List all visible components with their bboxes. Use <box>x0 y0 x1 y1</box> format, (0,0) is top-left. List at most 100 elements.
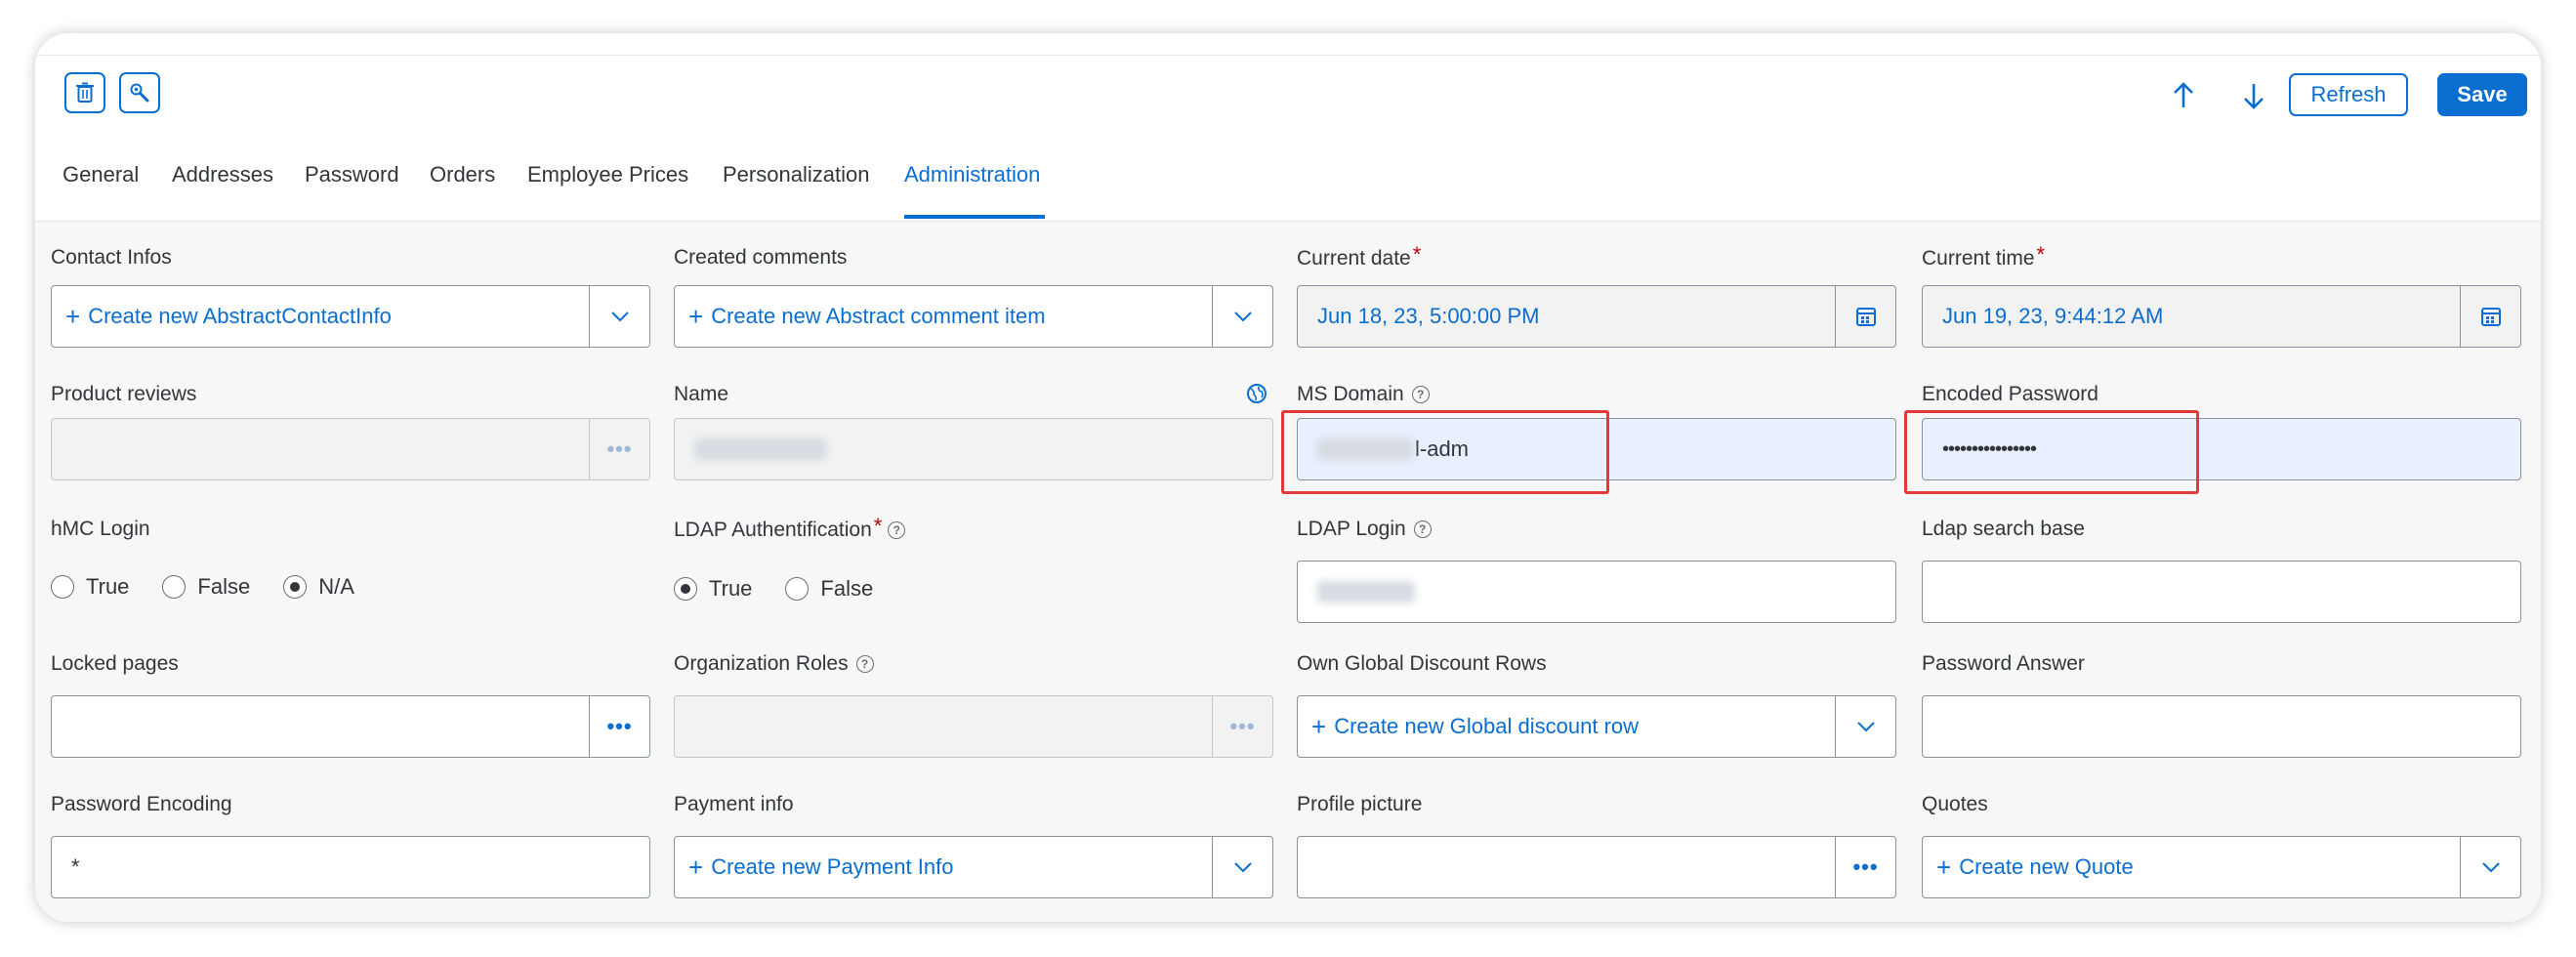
own-global-discount-rows-dropdown-button[interactable] <box>1835 696 1895 757</box>
calendar-icon <box>2480 308 2501 326</box>
organization-roles-field: ••• <box>674 695 1273 758</box>
chevron-down-icon <box>1233 312 1252 322</box>
calendar-icon <box>1855 308 1876 326</box>
more-icon: ••• <box>1852 854 1879 879</box>
contact-infos-field[interactable]: + Create new AbstractContactInfo <box>51 285 650 348</box>
quotes-dropdown-button[interactable] <box>2460 837 2520 897</box>
help-icon[interactable]: ? <box>1413 520 1432 538</box>
plus-icon: + <box>1936 853 1952 882</box>
help-icon[interactable]: ? <box>855 655 874 673</box>
quotes-field[interactable]: + Create new Quote <box>1922 836 2521 898</box>
ldap-search-base-field[interactable] <box>1922 561 2521 623</box>
required-marker: * <box>873 514 883 538</box>
profile-picture-more-button[interactable]: ••• <box>1835 837 1895 897</box>
tab-addresses[interactable]: Addresses <box>172 162 273 187</box>
tab-general[interactable]: General <box>62 162 139 187</box>
edit-button[interactable] <box>119 72 160 113</box>
hmc-login-option-na[interactable]: N/A <box>283 574 354 600</box>
globe-icon[interactable] <box>1246 383 1267 404</box>
chevron-down-icon <box>2481 862 2500 873</box>
radio-button[interactable] <box>51 575 74 599</box>
product-reviews-more-button: ••• <box>589 419 649 479</box>
wrench-icon <box>130 83 149 103</box>
password-encoding-field[interactable]: * <box>51 836 650 898</box>
created-comments-label: Created comments <box>674 246 848 269</box>
required-marker: * <box>2036 242 2046 267</box>
quotes-label: Quotes <box>1922 793 1988 815</box>
time-picker-button[interactable] <box>2460 286 2520 347</box>
ms-domain-label: MS Domain? <box>1297 383 1430 406</box>
plus-icon: + <box>688 302 704 331</box>
redacted-value <box>1317 581 1415 603</box>
arrow-up-icon <box>2174 82 2193 107</box>
product-reviews-label: Product reviews <box>51 383 197 405</box>
highlight-box-encoded-password <box>1904 410 2199 494</box>
name-field <box>674 418 1273 480</box>
hmc-login-option-false[interactable]: False <box>162 574 250 600</box>
locked-pages-more-button[interactable]: ••• <box>589 696 649 757</box>
radio-button[interactable] <box>785 577 810 601</box>
payment-info-dropdown-button[interactable] <box>1212 837 1272 897</box>
created-comments-dropdown-button[interactable] <box>1212 286 1272 347</box>
plus-icon: + <box>688 853 704 882</box>
hmc-login-label: hMC Login <box>51 518 150 540</box>
ldap-login-field[interactable] <box>1297 561 1896 623</box>
ldap-auth-option-true[interactable]: True <box>674 576 752 602</box>
payment-info-field[interactable]: + Create new Payment Info <box>674 836 1273 898</box>
plus-icon: + <box>1311 712 1327 741</box>
payment-info-label: Payment info <box>674 793 794 815</box>
profile-picture-label: Profile picture <box>1297 793 1423 815</box>
tab-orders[interactable]: Orders <box>430 162 495 187</box>
refresh-button[interactable]: Refresh <box>2289 73 2408 116</box>
tab-password[interactable]: Password <box>305 162 399 187</box>
product-reviews-field: ••• <box>51 418 650 480</box>
organization-roles-label: Organization Roles? <box>674 652 874 676</box>
ldap-login-label: LDAP Login? <box>1297 518 1432 541</box>
tab-administration[interactable]: Administration <box>904 162 1040 187</box>
own-global-discount-rows-label: Own Global Discount Rows <box>1297 652 1547 675</box>
redacted-value <box>694 438 827 460</box>
active-tab-indicator <box>904 215 1045 219</box>
radio-button[interactable] <box>162 575 187 599</box>
name-label: Name <box>674 383 729 405</box>
plus-icon: + <box>65 302 81 331</box>
highlight-box-ms-domain <box>1281 410 1609 494</box>
more-icon: ••• <box>606 437 633 461</box>
current-date-field[interactable]: Jun 18, 23, 5:00:00 PM <box>1297 285 1896 348</box>
move-up-button[interactable] <box>2164 76 2203 115</box>
trash-icon <box>76 82 94 103</box>
contact-infos-dropdown-button[interactable] <box>589 286 649 347</box>
ldap-auth-option-false[interactable]: False <box>785 576 873 602</box>
password-answer-field[interactable] <box>1922 695 2521 758</box>
more-icon: ••• <box>1229 714 1256 738</box>
move-down-button[interactable] <box>2234 76 2273 115</box>
chevron-down-icon <box>1856 722 1875 732</box>
chevron-down-icon <box>610 312 629 322</box>
profile-picture-field[interactable]: ••• <box>1297 836 1896 898</box>
tab-personalization[interactable]: Personalization <box>723 162 869 187</box>
ldap-search-base-label: Ldap search base <box>1922 518 2085 540</box>
hmc-login-radio-group: True False N/A <box>51 574 388 600</box>
editor-card: Refresh Save General Addresses Password … <box>35 33 2541 922</box>
tab-employee-prices[interactable]: Employee Prices <box>527 162 688 187</box>
help-icon[interactable]: ? <box>888 521 906 539</box>
current-time-label: Current time * <box>1922 242 2046 270</box>
radio-button-selected[interactable] <box>674 577 697 601</box>
help-icon[interactable]: ? <box>1411 386 1430 403</box>
locked-pages-label: Locked pages <box>51 652 179 675</box>
ldap-auth-label: LDAP Authentification *? <box>674 514 906 543</box>
password-answer-label: Password Answer <box>1922 652 2085 675</box>
radio-button-selected[interactable] <box>283 575 308 599</box>
date-picker-button[interactable] <box>1835 286 1895 347</box>
more-icon: ••• <box>606 714 633 738</box>
save-button[interactable]: Save <box>2437 73 2527 116</box>
created-comments-field[interactable]: + Create new Abstract comment item <box>674 285 1273 348</box>
organization-roles-more-button: ••• <box>1212 696 1272 757</box>
locked-pages-field[interactable]: ••• <box>51 695 650 758</box>
delete-button[interactable] <box>64 72 105 113</box>
required-marker: * <box>1412 242 1422 267</box>
current-time-field[interactable]: Jun 19, 23, 9:44:12 AM <box>1922 285 2521 348</box>
own-global-discount-rows-field[interactable]: + Create new Global discount row <box>1297 695 1896 758</box>
chevron-down-icon <box>1233 862 1252 873</box>
hmc-login-option-true[interactable]: True <box>51 574 129 600</box>
